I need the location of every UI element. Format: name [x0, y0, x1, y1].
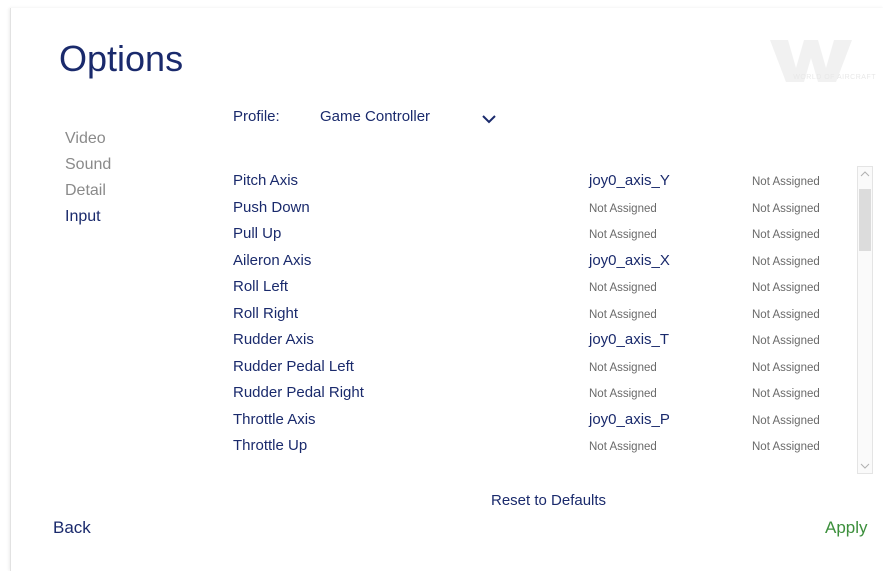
primary-binding-slot[interactable]: Not Assigned	[589, 362, 657, 374]
binding-action-label[interactable]: Pitch Axis	[233, 172, 298, 189]
primary-binding-slot[interactable]: joy0_axis_Y	[589, 172, 670, 189]
back-button[interactable]: Back	[53, 518, 91, 538]
primary-binding-slot[interactable]: Not Assigned	[589, 309, 657, 321]
options-nav: Video Sound Detail Input	[65, 126, 111, 230]
secondary-binding-slot[interactable]: Not Assigned	[752, 335, 820, 347]
binding-row: Aileron Axis joy0_axis_X Not Assigned	[233, 248, 853, 275]
secondary-binding-slot[interactable]: Not Assigned	[752, 309, 820, 321]
primary-binding-slot[interactable]: Not Assigned	[589, 282, 657, 294]
binding-row: Throttle Axis joy0_axis_P Not Assigned	[233, 407, 853, 434]
apply-button[interactable]: Apply	[825, 518, 868, 538]
nav-item-sound[interactable]: Sound	[65, 152, 111, 178]
primary-binding-slot[interactable]: joy0_axis_T	[589, 331, 669, 348]
bindings-scrollbar[interactable]	[857, 166, 873, 474]
binding-row: Roll Right Not Assigned Not Assigned	[233, 301, 853, 328]
binding-row: Rudder Pedal Right Not Assigned Not Assign…	[233, 380, 853, 407]
profile-label: Profile:	[233, 108, 280, 125]
binding-action-label[interactable]: Push Down	[233, 199, 310, 216]
secondary-binding-slot[interactable]: Not Assigned	[752, 176, 820, 188]
binding-row: Rudder Axis joy0_axis_T Not Assigned	[233, 327, 853, 354]
binding-action-label[interactable]: Rudder Pedal Left	[233, 358, 354, 375]
primary-binding-slot[interactable]: Not Assigned	[589, 388, 657, 400]
profile-select[interactable]: Game Controller	[320, 108, 430, 125]
secondary-binding-slot[interactable]: Not Assigned	[752, 203, 820, 215]
binding-row: Pitch Axis joy0_axis_Y Not Assigned	[233, 168, 853, 195]
primary-binding-slot[interactable]: Not Assigned	[589, 203, 657, 215]
chevron-down-icon[interactable]	[481, 113, 497, 125]
bindings-list: Pitch Axis joy0_axis_Y Not Assigned Push Do…	[233, 168, 853, 460]
primary-binding-slot[interactable]: Not Assigned	[589, 229, 657, 241]
game-logo: WORLD OF AIRCRAFT	[756, 36, 876, 86]
primary-binding-slot[interactable]: Not Assigned	[589, 441, 657, 453]
primary-binding-slot[interactable]: joy0_axis_X	[589, 252, 670, 269]
secondary-binding-slot[interactable]: Not Assigned	[752, 229, 820, 241]
binding-action-label[interactable]: Throttle Axis	[233, 411, 316, 428]
primary-binding-slot[interactable]: joy0_axis_P	[589, 411, 670, 428]
binding-row: Pull Up Not Assigned Not Assigned	[233, 221, 853, 248]
nav-item-video[interactable]: Video	[65, 126, 111, 152]
nav-item-input[interactable]: Input	[65, 204, 111, 230]
secondary-binding-slot[interactable]: Not Assigned	[752, 415, 820, 427]
scrollbar-thumb[interactable]	[859, 189, 871, 251]
nav-item-detail[interactable]: Detail	[65, 178, 111, 204]
options-panel: Options WORLD OF AIRCRAFT Video Sound De…	[10, 8, 883, 571]
secondary-binding-slot[interactable]: Not Assigned	[752, 441, 820, 453]
logo-text: WORLD OF AIRCRAFT	[793, 74, 876, 81]
binding-action-label[interactable]: Roll Right	[233, 305, 298, 322]
binding-action-label[interactable]: Aileron Axis	[233, 252, 311, 269]
secondary-binding-slot[interactable]: Not Assigned	[752, 362, 820, 374]
binding-row: Roll Left Not Assigned Not Assigned	[233, 274, 853, 301]
binding-action-label[interactable]: Pull Up	[233, 225, 281, 242]
binding-row: Rudder Pedal Left Not Assigned Not Assigne…	[233, 354, 853, 381]
page-title: Options	[59, 38, 184, 79]
chevron-up-icon[interactable]	[858, 167, 872, 181]
binding-row: Push Down Not Assigned Not Assigned	[233, 195, 853, 222]
secondary-binding-slot[interactable]: Not Assigned	[752, 282, 820, 294]
binding-action-label[interactable]: Throttle Up	[233, 437, 307, 454]
binding-action-label[interactable]: Rudder Axis	[233, 331, 314, 348]
binding-action-label[interactable]: Rudder Pedal Right	[233, 384, 364, 401]
binding-action-label[interactable]: Roll Left	[233, 278, 288, 295]
binding-row: Throttle Up Not Assigned Not Assigned	[233, 433, 853, 460]
secondary-binding-slot[interactable]: Not Assigned	[752, 256, 820, 268]
secondary-binding-slot[interactable]: Not Assigned	[752, 388, 820, 400]
reset-defaults-button[interactable]: Reset to Defaults	[491, 492, 606, 509]
chevron-down-icon[interactable]	[858, 459, 872, 473]
